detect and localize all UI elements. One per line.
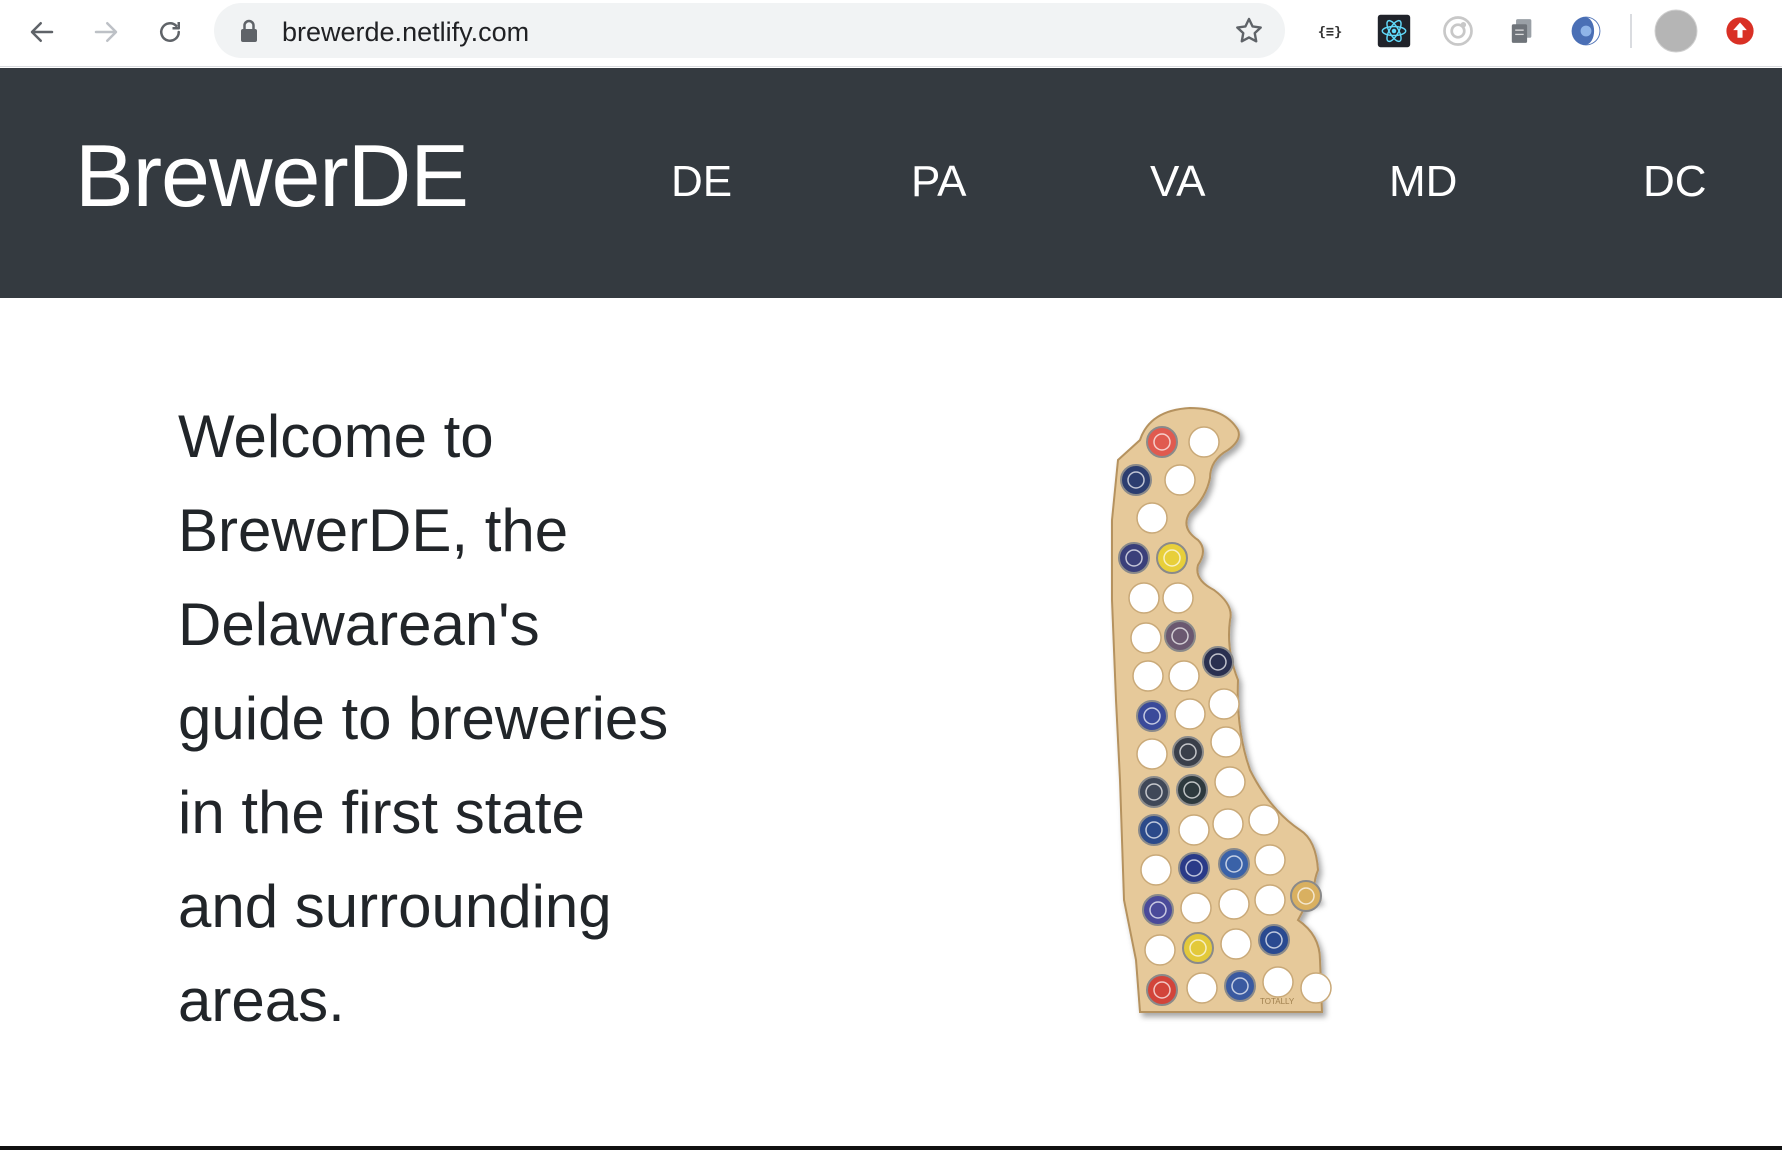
react-devtools-icon[interactable]: [1374, 11, 1414, 51]
site-navbar: BrewerDE DE PA VA MD DC: [0, 68, 1782, 298]
copy-icon[interactable]: [1502, 11, 1542, 51]
welcome-line: guide to breweries: [178, 685, 669, 752]
bottle-cap: [1142, 894, 1174, 926]
cap-hole: [1162, 582, 1194, 614]
board-maker-mark: TOTALLY: [1260, 997, 1295, 1006]
upload-icon[interactable]: [1720, 11, 1760, 51]
cap-hole: [1262, 966, 1294, 998]
welcome-line: areas.: [178, 967, 345, 1034]
cap-hole: [1132, 660, 1164, 692]
cap-hole: [1254, 884, 1286, 916]
reload-icon: [160, 22, 180, 42]
bottle-cap: [1164, 620, 1196, 652]
cap-hole: [1248, 804, 1280, 836]
window-bottom-edge: [0, 1146, 1782, 1150]
nav-link-dc[interactable]: DC: [1643, 160, 1707, 204]
url-text[interactable]: brewerde.netlify.com: [282, 17, 529, 48]
nav-link-va[interactable]: VA: [1150, 160, 1205, 204]
back-arrow-icon: [30, 22, 54, 42]
bottle-cap: [1138, 814, 1170, 846]
bottle-cap: [1156, 542, 1188, 574]
welcome-line: in the first state: [178, 779, 585, 846]
cap-hole: [1300, 972, 1332, 1004]
bottle-cap: [1120, 464, 1152, 496]
welcome-line: BrewerDE, the: [178, 497, 569, 564]
brand-logo-link[interactable]: BrewerDE: [75, 132, 469, 220]
bottle-cap: [1138, 776, 1170, 808]
nav-link-pa[interactable]: PA: [911, 160, 966, 204]
record-icon[interactable]: [1438, 11, 1478, 51]
bottle-cap: [1224, 970, 1256, 1002]
cap-hole: [1164, 464, 1196, 496]
bottle-cap: [1202, 646, 1234, 678]
bottle-cap: [1258, 924, 1290, 956]
delaware-cap-map-image: TOTALLY: [1110, 400, 1410, 1030]
bottle-cap: [1136, 700, 1168, 732]
cap-hole: [1128, 582, 1160, 614]
vpn-icon[interactable]: [1566, 11, 1606, 51]
bookmark-star-icon[interactable]: [1233, 15, 1265, 47]
cap-hole: [1186, 972, 1218, 1004]
profile-avatar[interactable]: [1654, 9, 1698, 53]
cap-hole: [1130, 622, 1162, 654]
bottle-cap: [1182, 932, 1214, 964]
cap-hole: [1174, 698, 1206, 730]
json-formatter-icon[interactable]: {≡}: [1310, 11, 1350, 51]
cap-hole: [1144, 934, 1176, 966]
cap-hole: [1168, 660, 1200, 692]
toolbar-divider: [1630, 14, 1632, 48]
cap-hole: [1208, 688, 1240, 720]
bottle-cap: [1118, 542, 1150, 574]
cap-hole: [1136, 738, 1168, 770]
cap-hole: [1214, 766, 1246, 798]
cap-hole: [1178, 814, 1210, 846]
bottle-cap: [1176, 774, 1208, 806]
nav-link-md[interactable]: MD: [1389, 160, 1457, 204]
cap-hole: [1220, 928, 1252, 960]
forward-button[interactable]: [84, 10, 128, 54]
bottle-cap: [1172, 736, 1204, 768]
back-button[interactable]: [20, 10, 64, 54]
cap-hole: [1254, 844, 1286, 876]
cap-hole: [1180, 892, 1212, 924]
bottle-cap: [1178, 852, 1210, 884]
welcome-line: and surrounding: [178, 873, 612, 940]
cap-hole: [1212, 808, 1244, 840]
nav-link-de[interactable]: DE: [671, 160, 732, 204]
welcome-text: Welcome to BrewerDE, the Delawarean's gu…: [178, 390, 738, 1048]
bottle-cap: [1290, 880, 1322, 912]
cap-hole: [1210, 726, 1242, 758]
bottle-cap: [1218, 848, 1250, 880]
bottle-cap: [1146, 426, 1178, 458]
delaware-map-svg: TOTALLY: [1111, 406, 1332, 1013]
cap-hole: [1188, 426, 1220, 458]
svg-text:{≡}: {≡}: [1318, 24, 1343, 40]
cap-hole: [1136, 502, 1168, 534]
welcome-line: Delawarean's: [178, 591, 540, 658]
address-bar[interactable]: brewerde.netlify.com: [214, 3, 1285, 58]
lock-icon: [241, 19, 257, 42]
browser-toolbar: brewerde.netlify.com {≡}: [0, 0, 1782, 67]
welcome-line: Welcome to: [178, 403, 494, 470]
bottle-cap: [1146, 974, 1178, 1006]
cap-hole: [1140, 854, 1172, 886]
reload-button[interactable]: [148, 10, 192, 54]
cap-hole: [1218, 888, 1250, 920]
forward-arrow-icon: [94, 22, 118, 42]
